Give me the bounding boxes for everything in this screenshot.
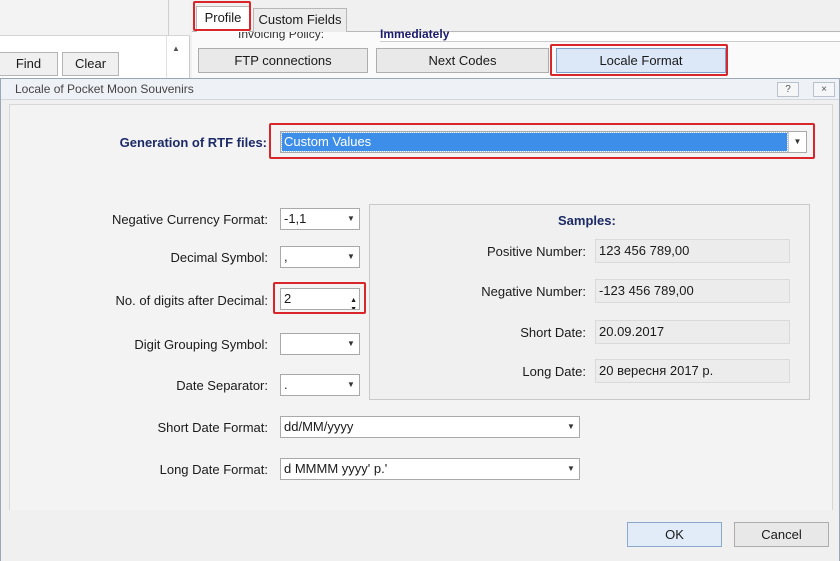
long-date-sample-label: Long Date: <box>522 364 586 379</box>
samples-title: Samples: <box>558 213 616 228</box>
positive-number-label: Positive Number: <box>487 244 586 259</box>
dialog-titlebar[interactable]: Locale of Pocket Moon Souvenirs ? × <box>1 79 839 100</box>
negative-currency-select[interactable]: -1,1 ▼ <box>280 208 360 230</box>
close-button[interactable]: × <box>813 82 835 97</box>
negative-currency-value: -1,1 <box>284 211 307 226</box>
invoicing-policy-value: Immediately <box>380 29 450 41</box>
negative-currency-label: Negative Currency Format: <box>111 212 268 227</box>
chevron-down-icon: ▼ <box>347 380 355 389</box>
chevron-down-icon: ▼ <box>347 214 355 223</box>
chevron-down-icon: ▼ <box>347 339 355 348</box>
rtf-generation-label: Generation of RTF files: <box>119 135 267 150</box>
scroll-up-arrow-icon[interactable]: ▲ <box>172 44 180 53</box>
left-pane-divider <box>168 0 169 36</box>
tab-custom-fields[interactable]: Custom Fields <box>253 8 347 32</box>
digit-grouping-label: Digit Grouping Symbol: <box>134 337 268 352</box>
long-date-format-value: d MMMM yyyy' р.' <box>284 461 388 476</box>
short-date-sample-label: Short Date: <box>520 325 586 340</box>
short-date-sample-value: 20.09.2017 <box>595 320 790 344</box>
tab-profile[interactable]: Profile <box>196 6 250 32</box>
date-separator-value: . <box>284 377 288 392</box>
ftp-connections-button[interactable]: FTP connections <box>198 48 368 73</box>
digits-after-decimal-label: No. of digits after Decimal: <box>115 293 268 308</box>
digits-after-decimal-value: 2 <box>284 291 292 306</box>
locale-dialog: Locale of Pocket Moon Souvenirs ? × Gene… <box>0 78 840 561</box>
chevron-down-icon: ▼ <box>567 422 575 431</box>
rtf-generation-value: Custom Values <box>281 132 788 152</box>
short-date-format-label: Short Date Format: <box>157 420 268 435</box>
digits-after-decimal-stepper[interactable]: 2 ▲ ▼ <box>280 288 360 310</box>
help-button[interactable]: ? <box>777 82 799 97</box>
find-button[interactable]: Find <box>0 52 58 76</box>
short-date-format-select[interactable]: dd/MM/yyyy ▼ <box>280 416 580 438</box>
ok-button[interactable]: OK <box>627 522 722 547</box>
clear-button[interactable]: Clear <box>62 52 119 76</box>
cancel-button[interactable]: Cancel <box>734 522 829 547</box>
date-separator-select[interactable]: . ▼ <box>280 374 360 396</box>
negative-number-value: -123 456 789,00 <box>595 279 790 303</box>
positive-number-value: 123 456 789,00 <box>595 239 790 263</box>
next-codes-button[interactable]: Next Codes <box>376 48 549 73</box>
long-date-format-label: Long Date Format: <box>159 462 268 477</box>
chevron-down-icon[interactable]: ▼ <box>788 132 806 152</box>
chevron-down-icon: ▼ <box>567 464 575 473</box>
spin-down-icon[interactable]: ▼ <box>350 300 357 309</box>
rtf-generation-select[interactable]: Custom Values ▼ <box>280 131 807 153</box>
left-pane-header <box>0 0 190 36</box>
locale-format-button[interactable]: Locale Format <box>556 48 726 73</box>
decimal-symbol-value: , <box>284 249 288 264</box>
long-date-sample-value: 20 вересня 2017 р. <box>595 359 790 383</box>
long-date-format-select[interactable]: d MMMM yyyy' р.' ▼ <box>280 458 580 480</box>
date-separator-label: Date Separator: <box>176 378 268 393</box>
negative-number-label: Negative Number: <box>481 284 586 299</box>
short-date-format-value: dd/MM/yyyy <box>284 419 354 434</box>
decimal-symbol-label: Decimal Symbol: <box>170 250 268 265</box>
dialog-title: Locale of Pocket Moon Souvenirs <box>15 82 194 96</box>
decimal-symbol-select[interactable]: , ▼ <box>280 246 360 268</box>
chevron-down-icon: ▼ <box>347 252 355 261</box>
digit-grouping-select[interactable]: ▼ <box>280 333 360 355</box>
